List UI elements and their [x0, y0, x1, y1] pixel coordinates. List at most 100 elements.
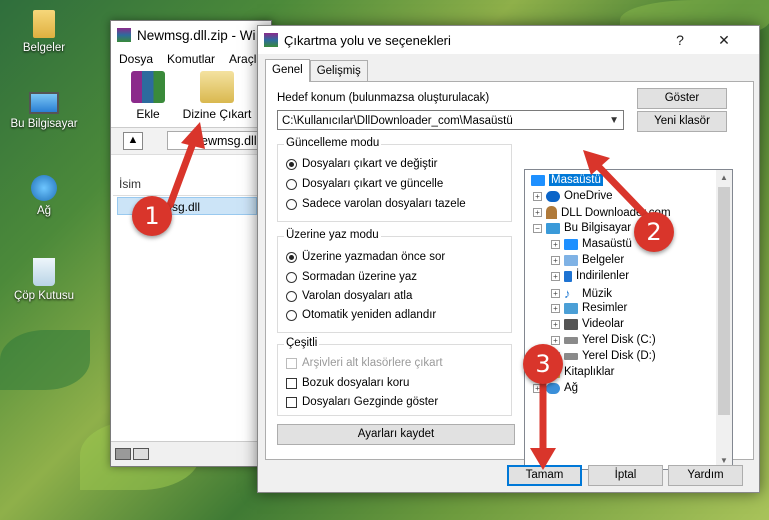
- tree-item-label: Masaüstü: [549, 174, 603, 186]
- checkbox: [286, 357, 297, 369]
- dialog-title: Çıkartma yolu ve seçenekleri: [284, 32, 451, 48]
- radio-button[interactable]: [286, 178, 297, 190]
- tree-item-label: İndirilenler: [576, 270, 630, 282]
- tree-item-drive-d[interactable]: + Yerel Disk (D:): [551, 350, 656, 362]
- expand-icon[interactable]: +: [533, 208, 542, 217]
- background-leaf: [0, 330, 90, 390]
- radio-button[interactable]: [286, 290, 297, 302]
- expand-icon[interactable]: +: [551, 239, 560, 249]
- tree-item-label: Yerel Disk (D:): [582, 350, 656, 362]
- tab-advanced[interactable]: Gelişmiş: [309, 60, 368, 82]
- tree-item-label: Müzik: [582, 287, 613, 300]
- close-button[interactable]: ✕: [704, 26, 744, 54]
- save-settings-button[interactable]: Ayarları kaydet: [277, 424, 515, 445]
- radio-button[interactable]: [286, 158, 297, 170]
- expand-icon[interactable]: +: [551, 335, 560, 345]
- tree-item-desktop-root[interactable]: Masaüstü: [531, 174, 603, 186]
- checkbox[interactable]: [286, 396, 297, 408]
- tree-item-pictures[interactable]: + Resimler: [551, 302, 627, 314]
- videos-icon: [564, 318, 578, 330]
- desktop-icon-recycle-bin[interactable]: Çöp Kutusu: [4, 258, 84, 302]
- overwrite-option-without-prompt[interactable]: Sormadan üzerine yaz: [286, 271, 417, 283]
- radio-button[interactable]: [286, 251, 297, 263]
- cancel-button[interactable]: İptal: [588, 465, 663, 486]
- destination-label: Hedef konum (bulunmazsa oluşturulacak): [277, 92, 490, 104]
- scroll-up-icon[interactable]: ▲: [716, 170, 732, 186]
- update-option-freshen[interactable]: Sadece varolan dosyaları tazele: [286, 198, 466, 210]
- extract-to-button[interactable]: Dizine Çıkart: [177, 71, 257, 121]
- option-label: Sadece varolan dosyaları tazele: [302, 198, 466, 210]
- tree-item-label: OneDrive: [564, 190, 613, 202]
- expand-icon[interactable]: +: [551, 303, 560, 313]
- address-text: Newmsg.dll: [192, 134, 257, 148]
- desktop-icon-network[interactable]: Ağ: [4, 175, 84, 217]
- overwrite-option-skip[interactable]: Varolan dosyaları atla: [286, 290, 412, 302]
- general-panel: Hedef konum (bulunmazsa oluşturulacak) C…: [265, 81, 754, 470]
- onedrive-icon: [546, 190, 560, 202]
- tree-item-onedrive[interactable]: + OneDrive: [533, 190, 613, 202]
- tree-item-this-pc[interactable]: − Bu Bilgisayar: [533, 222, 631, 234]
- add-button[interactable]: Ekle: [121, 71, 175, 121]
- tree-item-desktop[interactable]: + Masaüstü: [551, 238, 632, 250]
- desktop-icon-computer[interactable]: Bu Bilgisayar: [4, 92, 84, 130]
- ok-button[interactable]: Tamam: [507, 465, 582, 486]
- option-label: Varolan dosyaları atla: [302, 290, 413, 302]
- new-folder-button[interactable]: Yeni klasör: [637, 111, 727, 132]
- show-button[interactable]: Göster: [637, 88, 727, 109]
- radio-button[interactable]: [286, 198, 297, 210]
- step-2-badge: 2: [634, 212, 674, 252]
- misc-option-keep-broken[interactable]: Bozuk dosyaları koru: [286, 377, 409, 389]
- overwrite-option-rename[interactable]: Otomatik yeniden adlandır: [286, 309, 436, 321]
- expand-icon[interactable]: +: [551, 319, 560, 329]
- update-option-extract-replace[interactable]: Dosyaları çıkart ve değiştir: [286, 158, 438, 170]
- radio-button[interactable]: [286, 271, 297, 283]
- tree-item-music[interactable]: + ♪ Müzik: [551, 286, 612, 301]
- tree-item-drive-c[interactable]: + Yerel Disk (C:): [551, 334, 656, 346]
- extract-to-button-label: Dizine Çıkart: [182, 107, 252, 121]
- dialog-titlebar[interactable]: Çıkartma yolu ve seçenekleri ? ✕: [258, 26, 759, 54]
- help-titlebar-button[interactable]: ?: [660, 26, 700, 54]
- misc-option-show-in-explorer[interactable]: Dosyaları Gezginde göster: [286, 396, 438, 408]
- expand-icon[interactable]: +: [551, 289, 560, 298]
- option-label: Otomatik yeniden adlandır: [302, 309, 437, 321]
- scroll-thumb[interactable]: [718, 187, 730, 415]
- menu-commands[interactable]: Komutlar: [167, 52, 215, 66]
- winrar-address-bar: ▲ Newmsg.dll: [111, 128, 271, 155]
- option-label: Arşivleri alt klasörlere çıkart: [302, 357, 443, 369]
- checkbox[interactable]: [286, 377, 297, 389]
- overwrite-mode-title: Üzerine yaz modu: [284, 229, 381, 241]
- tree-scrollbar[interactable]: ▲ ▼: [716, 170, 732, 469]
- step-1-badge: 1: [132, 196, 172, 236]
- menu-file[interactable]: Dosya: [119, 52, 153, 66]
- update-option-extract-update[interactable]: Dosyaları çıkart ve güncelle: [286, 178, 443, 190]
- column-header-label: İsim: [119, 177, 141, 191]
- winrar-titlebar[interactable]: Newmsg.dll.zip - Wi: [111, 21, 271, 49]
- address-field[interactable]: Newmsg.dll: [167, 131, 271, 150]
- radio-button[interactable]: [286, 309, 297, 321]
- option-label: Bozuk dosyaları koru: [302, 377, 410, 389]
- expand-icon[interactable]: +: [551, 255, 560, 265]
- expand-icon[interactable]: +: [533, 191, 542, 201]
- option-label: Sormadan üzerine yaz: [302, 271, 418, 283]
- add-button-label: Ekle: [136, 107, 160, 121]
- tree-item-label: Videolar: [582, 318, 624, 330]
- tree-item-downloads[interactable]: + İndirilenler: [551, 270, 629, 282]
- folder-tree[interactable]: Masaüstü + OneDrive + DLL Downloader.com…: [524, 169, 733, 470]
- help-button[interactable]: Yardım: [668, 465, 743, 486]
- overwrite-option-ask[interactable]: Üzerine yazmadan önce sor: [286, 251, 445, 263]
- expand-icon[interactable]: +: [551, 271, 560, 281]
- step-3-badge: 3: [523, 344, 563, 384]
- tree-item-documents[interactable]: + Belgeler: [551, 254, 624, 266]
- desktop-icon-documents[interactable]: Belgeler: [4, 10, 84, 54]
- desktop-icon-label: Ağ: [36, 205, 52, 217]
- collapse-icon[interactable]: −: [533, 223, 542, 233]
- up-folder-button[interactable]: ▲: [123, 132, 143, 150]
- tree-item-videos[interactable]: + Videolar: [551, 318, 624, 330]
- tab-general[interactable]: Genel: [265, 59, 310, 82]
- downloads-icon: [564, 270, 572, 282]
- column-header-name[interactable]: İsim: [113, 173, 271, 196]
- chevron-down-icon[interactable]: ▼: [609, 111, 619, 131]
- destination-path-combo[interactable]: C:\Kullanıcılar\DllDownloader_com\Masaüs…: [277, 110, 624, 130]
- option-label: Dosyaları çıkart ve güncelle: [302, 178, 444, 190]
- expand-icon[interactable]: +: [533, 383, 542, 393]
